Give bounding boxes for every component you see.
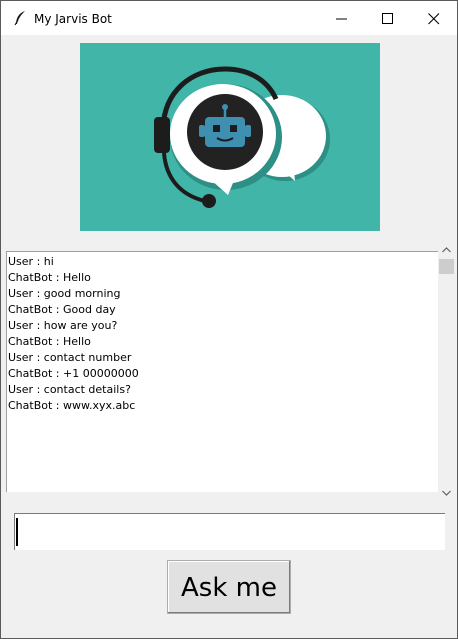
chevron-up-icon bbox=[442, 247, 451, 253]
chat-message: User : how are you? bbox=[8, 319, 118, 332]
feather-icon bbox=[13, 10, 27, 26]
minimize-button[interactable] bbox=[319, 1, 365, 35]
chat-message: User : hi bbox=[8, 255, 54, 268]
chat-message: ChatBot : Hello bbox=[8, 335, 91, 348]
scroll-thumb[interactable] bbox=[439, 259, 454, 274]
ask-me-button[interactable]: Ask me bbox=[167, 560, 291, 614]
chat-message: User : contact details? bbox=[8, 383, 131, 396]
chat-message: ChatBot : +1 00000000 bbox=[8, 367, 139, 380]
chat-message: User : good morning bbox=[8, 287, 121, 300]
chat-message: User : contact number bbox=[8, 351, 132, 364]
window-title: My Jarvis Bot bbox=[34, 12, 112, 26]
chevron-down-icon bbox=[442, 490, 451, 496]
chat-message: ChatBot : Good day bbox=[8, 303, 116, 316]
chat-message: ChatBot : Hello bbox=[8, 271, 91, 284]
chatbot-logo bbox=[80, 43, 380, 231]
scroll-up-button[interactable] bbox=[438, 242, 455, 259]
message-input[interactable] bbox=[14, 513, 445, 550]
title-bar[interactable]: My Jarvis Bot bbox=[1, 1, 457, 35]
headset-chatbot-icon bbox=[154, 66, 330, 208]
chat-scrollbar[interactable] bbox=[438, 242, 455, 502]
chat-history[interactable]: User : hi ChatBot : Hello User : good mo… bbox=[6, 251, 439, 492]
chat-message-list: User : hi ChatBot : Hello User : good mo… bbox=[8, 254, 139, 414]
chat-message: ChatBot : www.xyx.abc bbox=[8, 399, 136, 412]
maximize-icon bbox=[382, 13, 393, 24]
close-icon bbox=[428, 13, 440, 25]
text-caret bbox=[16, 518, 18, 546]
maximize-button[interactable] bbox=[365, 1, 411, 35]
minimize-icon bbox=[336, 18, 347, 20]
close-button[interactable] bbox=[411, 1, 457, 35]
app-window: My Jarvis Bot User: hi ChatBot: Hello … bbox=[0, 0, 458, 639]
scroll-down-button[interactable] bbox=[438, 485, 455, 502]
